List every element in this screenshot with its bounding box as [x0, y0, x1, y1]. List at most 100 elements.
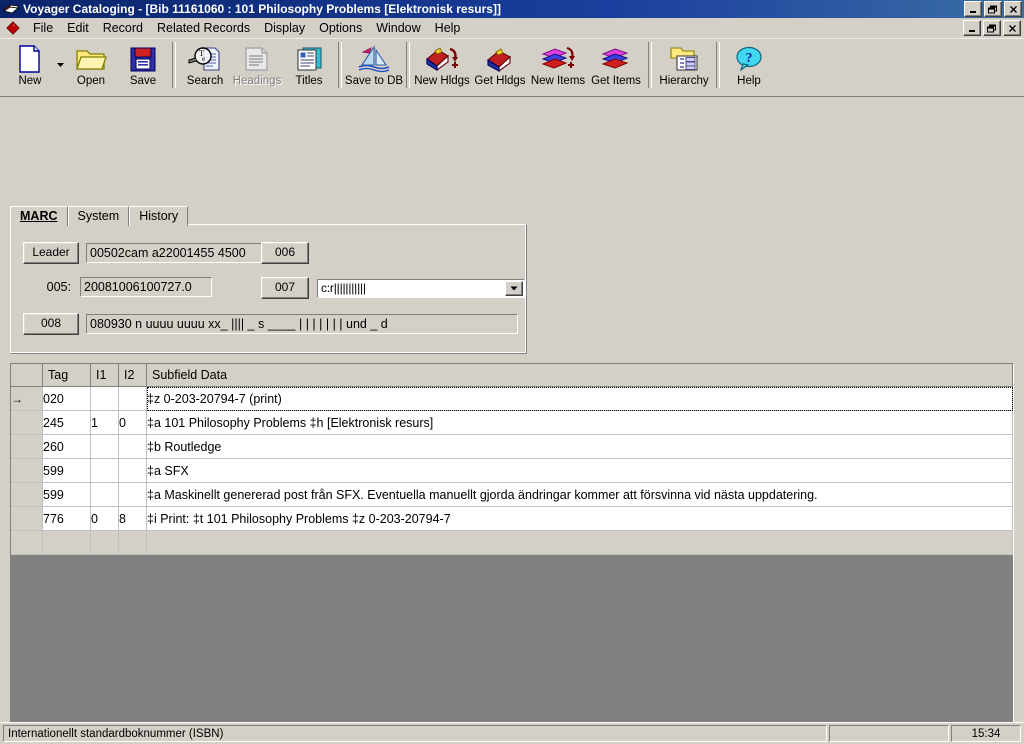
tab-marc[interactable]: MARC	[10, 206, 68, 226]
row-subfield-data[interactable]: ‡a SFX	[146, 458, 1013, 483]
field-007-button[interactable]: 007	[261, 277, 309, 299]
toolbar-button-hierarchy[interactable]: Hierarchy	[655, 42, 713, 92]
grid-header: Tag I1 I2 Subfield Data	[11, 364, 1013, 387]
row-subfield-data[interactable]: ‡i Print: ‡t 101 Philosophy Problems ‡z …	[146, 506, 1013, 531]
row-indicator2[interactable]: 0	[118, 410, 147, 435]
menu-window[interactable]: Window	[369, 19, 427, 38]
restore-button-outer[interactable]	[984, 1, 1002, 17]
row-subfield-data[interactable]: ‡a Maskinellt genererad post från SFX. E…	[146, 482, 1013, 507]
grid-header-subfield-data[interactable]: Subfield Data	[146, 364, 1013, 387]
row-marker-cell[interactable]	[11, 482, 43, 507]
row-tag[interactable]: 245	[42, 410, 91, 435]
row-indicator2[interactable]	[118, 458, 147, 483]
row-indicator2[interactable]: 8	[118, 506, 147, 531]
toolbar-button-search[interactable]: T e Search	[179, 42, 231, 92]
row-tag[interactable]: 776	[42, 506, 91, 531]
grid-header-tag[interactable]: Tag	[42, 364, 91, 387]
row-indicator1[interactable]	[90, 530, 119, 555]
table-row[interactable]: 245 1 0 ‡a 101 Philosophy Problems ‡h [E…	[11, 410, 1013, 435]
field-006-button[interactable]: 006	[261, 242, 309, 264]
record-tabs: MARC System History	[10, 206, 189, 226]
row-marker-cell[interactable]	[11, 434, 43, 459]
row-marker-cell[interactable]	[11, 410, 43, 435]
row-indicator1[interactable]	[90, 482, 119, 507]
row-indicator1[interactable]: 0	[90, 506, 119, 531]
row-marker-cell[interactable]	[11, 530, 43, 555]
status-clock: 15:34	[951, 725, 1021, 742]
menu-display[interactable]: Display	[257, 19, 312, 38]
field-005-label: 005:	[46, 280, 71, 294]
menu-help[interactable]: Help	[428, 19, 468, 38]
row-tag[interactable]: 260	[42, 434, 91, 459]
row-indicator1[interactable]	[90, 458, 119, 483]
row-tag[interactable]	[42, 530, 91, 555]
row-tag[interactable]: 020	[42, 386, 91, 411]
restore-button-mdi[interactable]	[983, 20, 1001, 36]
grid-header-i1[interactable]: I1	[90, 364, 119, 387]
grid-header-i2[interactable]: I2	[118, 364, 147, 387]
toolbar-label-headings: Headings	[232, 75, 282, 87]
new-document-icon	[10, 43, 50, 74]
field-008-value[interactable]: 080930 n uuuu uuuu xx_ |||| _ s ____ | |…	[86, 314, 518, 334]
row-indicator1[interactable]	[90, 386, 119, 411]
table-row[interactable]: 599 ‡a Maskinellt genererad post från SF…	[11, 482, 1013, 507]
field-008-button-label: 008	[40, 316, 62, 330]
row-subfield-data[interactable]: ‡z 0-203-20794-7 (print)	[146, 386, 1013, 411]
toolbar-button-new[interactable]: New	[4, 42, 56, 92]
menu-file[interactable]: File	[26, 19, 60, 38]
table-row[interactable]: → 020 ‡z 0-203-20794-7 (print)	[11, 386, 1013, 411]
row-tag[interactable]: 599	[42, 458, 91, 483]
row-marker-cell[interactable]: →	[11, 386, 43, 411]
headings-document-icon	[237, 43, 277, 74]
close-button-mdi[interactable]	[1003, 20, 1021, 36]
row-indicator2[interactable]	[118, 386, 147, 411]
menu-record[interactable]: Record	[96, 19, 150, 38]
red-diamond-icon[interactable]	[4, 20, 22, 36]
menu-edit[interactable]: Edit	[60, 19, 96, 38]
toolbar-separator-2	[338, 42, 342, 88]
row-marker-cell[interactable]	[11, 506, 43, 531]
toolbar-button-get-items[interactable]: Get Items	[587, 42, 645, 92]
toolbar-button-get-hldgs[interactable]: Get Hldgs	[471, 42, 529, 92]
toolbar-button-save-to-db[interactable]: Save to DB	[345, 42, 403, 92]
new-dropdown-arrow-icon[interactable]	[56, 61, 65, 70]
field-008-button[interactable]: 008	[23, 313, 79, 335]
leader-value-field[interactable]: 00502cam a22001455 4500	[86, 243, 273, 263]
toolbar-label-help: Help	[737, 75, 761, 87]
menu-related-records[interactable]: Related Records	[150, 19, 257, 38]
chevron-down-icon[interactable]	[505, 280, 523, 296]
close-button-outer[interactable]	[1004, 1, 1022, 17]
toolbar-button-open[interactable]: Open	[65, 42, 117, 92]
tab-system[interactable]: System	[67, 206, 130, 226]
toolbar-label-new: New	[18, 75, 42, 87]
toolbar-button-help[interactable]: ? Help	[723, 42, 775, 92]
minimize-button-mdi[interactable]	[963, 20, 981, 36]
row-indicator1[interactable]	[90, 434, 119, 459]
minimize-button-outer[interactable]	[964, 1, 982, 17]
row-indicator2[interactable]	[118, 482, 147, 507]
toolbar-button-titles[interactable]: Titles	[283, 42, 335, 92]
row-tag[interactable]: 599	[42, 482, 91, 507]
leader-button[interactable]: Leader	[23, 242, 79, 264]
toolbar-button-new-items[interactable]: New Items	[529, 42, 587, 92]
row-subfield-data[interactable]: ‡a 101 Philosophy Problems ‡h [Elektroni…	[146, 410, 1013, 435]
table-row[interactable]: 599 ‡a SFX	[11, 458, 1013, 483]
toolbar-button-save[interactable]: Save	[117, 42, 169, 92]
tab-history[interactable]: History	[129, 206, 189, 226]
row-marker-cell[interactable]	[11, 458, 43, 483]
toolbar-button-new-hldgs[interactable]: New Hldgs	[413, 42, 471, 92]
new-holdings-book-icon	[422, 43, 462, 74]
toolbar-label-open: Open	[76, 75, 106, 87]
field-007-combo[interactable]: c:r|||||||||||	[317, 278, 525, 298]
table-row[interactable]: 776 0 8 ‡i Print: ‡t 101 Philosophy Prob…	[11, 506, 1013, 531]
field-007-combo-value: c:r|||||||||||	[318, 279, 505, 297]
table-row-empty[interactable]	[11, 530, 1013, 555]
row-subfield-data[interactable]	[146, 530, 1013, 555]
row-indicator2[interactable]	[118, 530, 147, 555]
row-subfield-data[interactable]: ‡b Routledge	[146, 434, 1013, 459]
row-indicator2[interactable]	[118, 434, 147, 459]
menu-options[interactable]: Options	[312, 19, 369, 38]
row-indicator1[interactable]: 1	[90, 410, 119, 435]
table-row[interactable]: 260 ‡b Routledge	[11, 434, 1013, 459]
marc-fields-grid[interactable]: Tag I1 I2 Subfield Data → 020 ‡z 0-203-2…	[10, 363, 1014, 722]
